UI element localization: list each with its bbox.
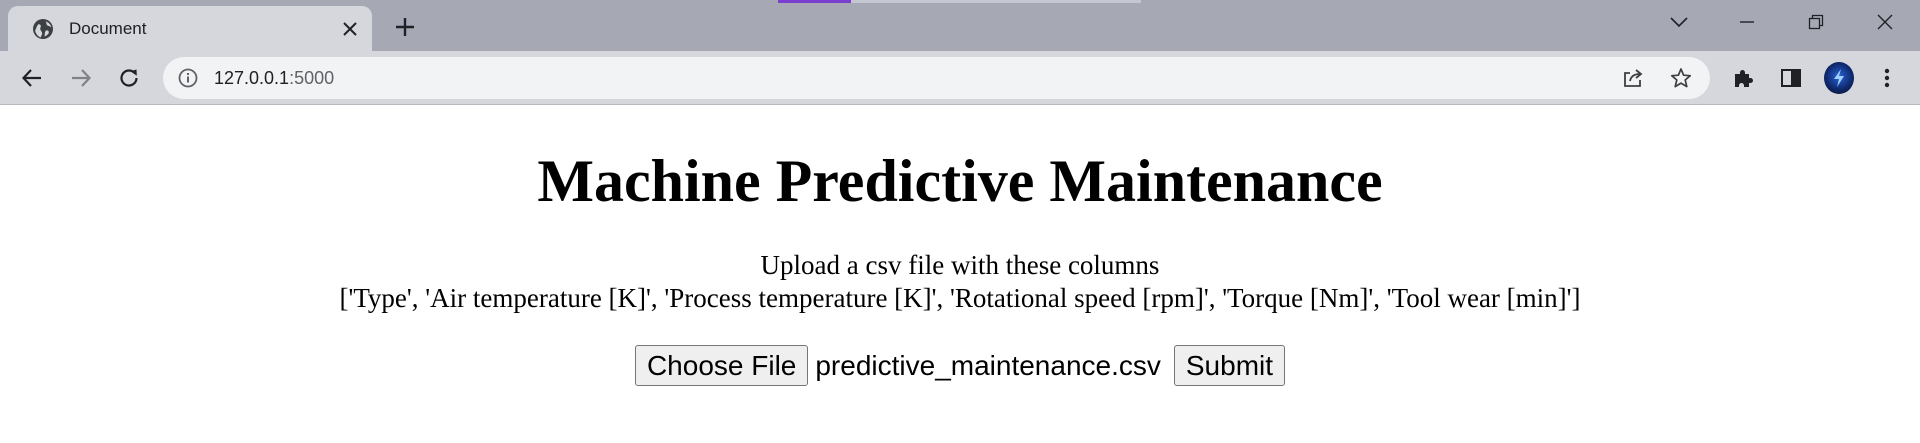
loading-progress-fill [778,0,851,3]
submit-button[interactable]: Submit [1173,345,1286,386]
browser-tabstrip: Document [0,0,1920,51]
upload-instructions: Upload a csv file with these columns [760,250,1160,280]
restore-icon[interactable] [1782,0,1850,44]
page-loading-indicator [778,0,1141,3]
star-icon[interactable] [1668,65,1694,91]
arrow-left-icon[interactable] [14,60,50,96]
puzzle-icon[interactable] [1728,63,1758,93]
browser-tab[interactable]: Document [8,6,372,51]
side-panel-icon[interactable] [1776,63,1806,93]
page-title: Machine Predictive Maintenance [537,148,1383,214]
avatar-icon[interactable] [1824,62,1854,94]
arrow-right-icon[interactable] [63,60,99,96]
url-port: :5000 [289,68,335,88]
plus-icon[interactable] [386,8,424,46]
avatar [1824,62,1854,94]
close-icon[interactable] [332,11,368,47]
close-icon[interactable] [1851,0,1919,44]
globe-icon [32,18,54,40]
upload-form: Choose File predictive_maintenance.csv S… [0,345,1920,386]
url-text[interactable]: 127.0.0.1:5000 [214,68,334,88]
info-icon[interactable] [177,67,199,89]
chevron-down-icon[interactable] [1645,0,1713,44]
minimize-icon[interactable] [1713,0,1781,44]
required-columns-text: ['Type', 'Air temperature [K]', 'Process… [339,283,1581,313]
share-icon[interactable] [1620,65,1646,91]
choose-file-button[interactable]: Choose File [634,345,809,386]
reload-icon[interactable] [111,60,147,96]
url-host: 127.0.0.1 [214,68,290,88]
page-content: Machine Predictive Maintenance Upload a … [0,106,1920,443]
tab-title: Document [69,18,147,38]
browser-toolbar: 127.0.0.1:5000 [0,51,1920,105]
selected-file-name: predictive_maintenance.csv [815,349,1161,381]
address-bar[interactable]: 127.0.0.1:5000 [163,57,1710,99]
kebab-menu-icon[interactable] [1872,63,1902,93]
